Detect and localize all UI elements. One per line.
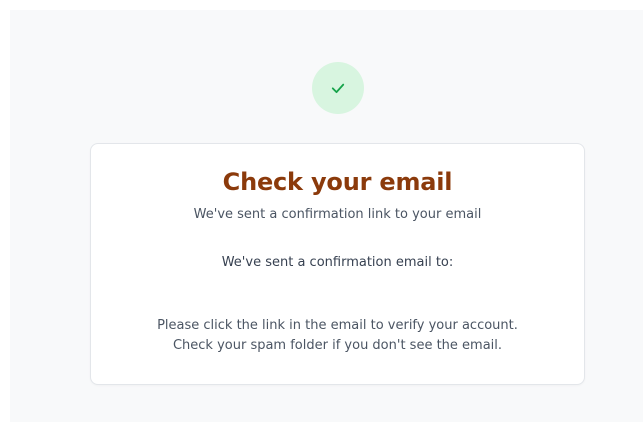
spam-folder-instruction: Check your spam folder if you don't see … <box>172 338 503 353</box>
success-badge <box>312 62 364 114</box>
page-background: Check your email We've sent a confirmati… <box>10 10 643 422</box>
confirmation-card: Check your email We've sent a confirmati… <box>90 143 585 385</box>
sent-to-label: We've sent a confirmation email to: <box>221 255 454 270</box>
page-title: Check your email <box>222 168 453 196</box>
confirmation-subtitle: We've sent a confirmation link to your e… <box>193 207 482 222</box>
check-icon <box>331 83 345 94</box>
verify-instruction: Please click the link in the email to ve… <box>157 318 518 333</box>
email-instructions: Please click the link in the email to ve… <box>91 316 584 356</box>
